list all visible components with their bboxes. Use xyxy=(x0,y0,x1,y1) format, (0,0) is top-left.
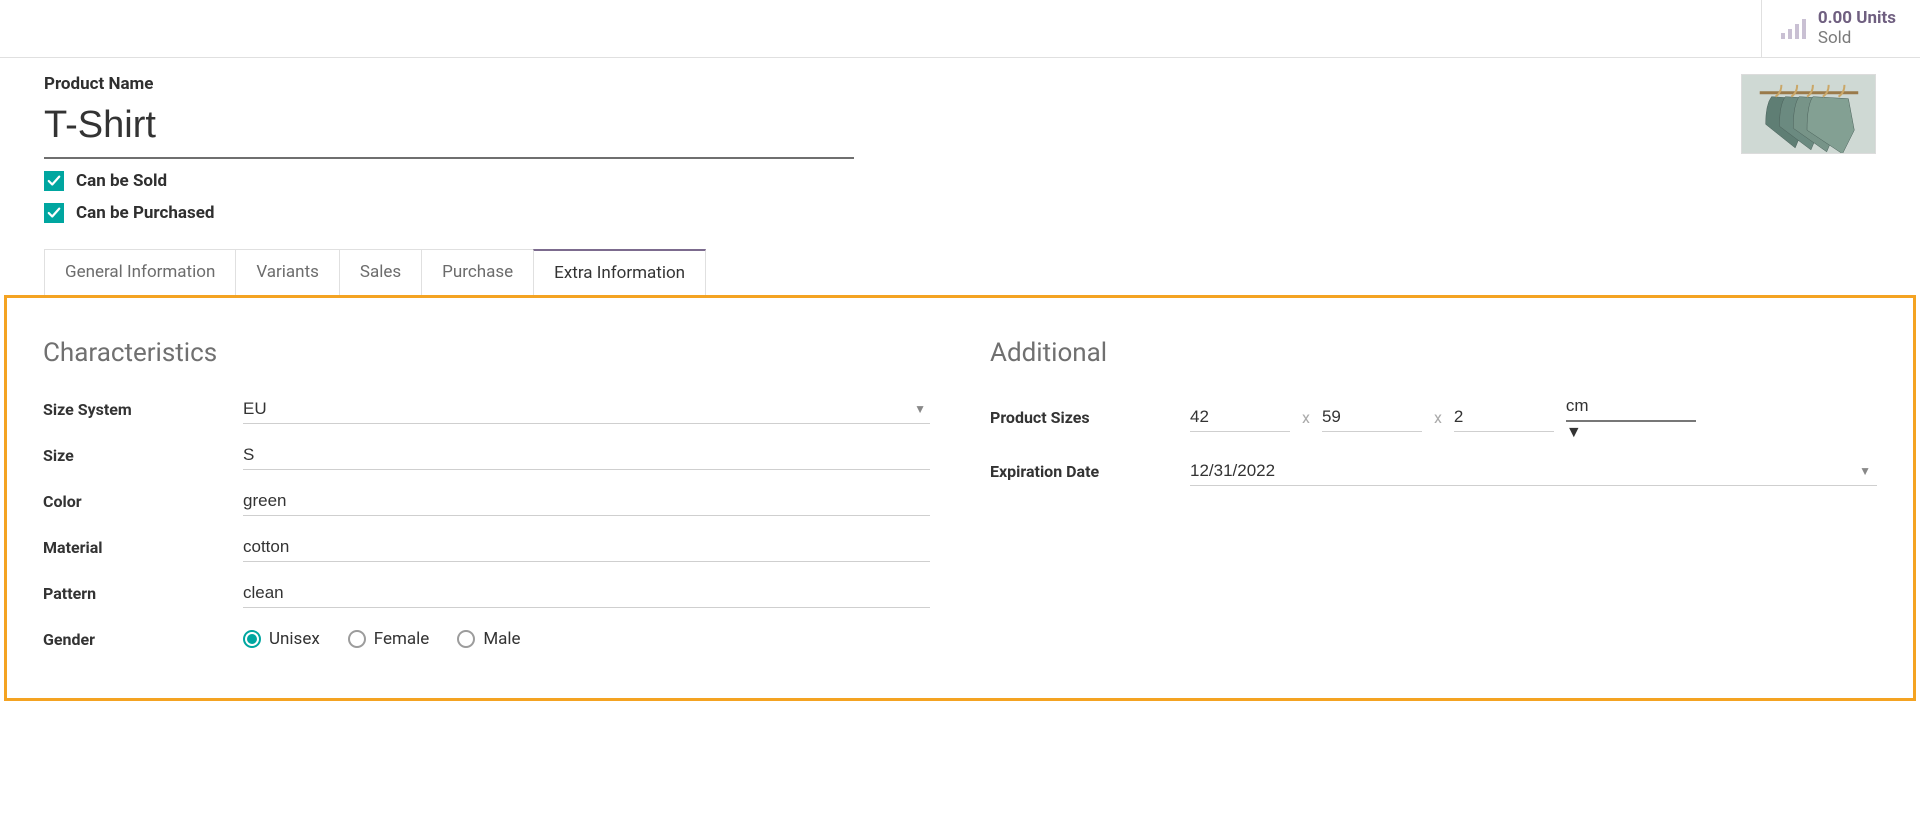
product-sizes-label: Product Sizes xyxy=(990,408,1190,427)
radio-gender-female[interactable]: Female xyxy=(348,629,430,649)
material-label: Material xyxy=(43,538,243,557)
extra-information-panel: Characteristics Size System ▼ Size Color… xyxy=(4,295,1916,701)
caret-down-icon: ▼ xyxy=(1566,422,1582,441)
size-label: Size xyxy=(43,446,243,465)
expiration-date-input[interactable] xyxy=(1190,457,1877,486)
tabs: General Information Variants Sales Purch… xyxy=(44,249,1876,296)
color-label: Color xyxy=(43,492,243,511)
stat-value: 0.00 Units xyxy=(1818,9,1896,29)
pattern-label: Pattern xyxy=(43,584,243,603)
tab-general-information[interactable]: General Information xyxy=(44,249,235,296)
size-system-select[interactable] xyxy=(243,395,930,424)
top-bar: 0.00 Units Sold xyxy=(0,0,1920,58)
product-name-label: Product Name xyxy=(44,74,854,94)
size-system-label: Size System xyxy=(43,400,243,419)
can-be-purchased-label: Can be Purchased xyxy=(76,203,214,223)
bar-chart-icon xyxy=(1780,17,1808,41)
tab-sales[interactable]: Sales xyxy=(339,249,421,296)
size-input[interactable] xyxy=(243,441,930,470)
stat-label: Sold xyxy=(1818,29,1896,49)
color-input[interactable] xyxy=(243,487,930,516)
characteristics-title: Characteristics xyxy=(43,338,930,368)
dim2-input[interactable] xyxy=(1322,403,1422,432)
tab-extra-information[interactable]: Extra Information xyxy=(533,249,706,296)
checkbox-can-be-purchased[interactable] xyxy=(44,203,64,223)
check-icon xyxy=(47,174,61,188)
unit-select[interactable] xyxy=(1566,392,1696,422)
dim3-input[interactable] xyxy=(1454,403,1554,432)
can-be-sold-label: Can be Sold xyxy=(76,171,167,191)
product-image[interactable] xyxy=(1741,74,1876,154)
radio-label-female: Female xyxy=(374,629,430,649)
dim1-input[interactable] xyxy=(1190,403,1290,432)
material-input[interactable] xyxy=(243,533,930,562)
product-name-input[interactable] xyxy=(44,100,854,159)
check-icon xyxy=(47,206,61,220)
radio-label-male: Male xyxy=(483,629,520,649)
x-separator: x xyxy=(1434,408,1442,427)
gender-label: Gender xyxy=(43,630,243,649)
additional-title: Additional xyxy=(990,338,1877,368)
radio-gender-unisex[interactable]: Unisex xyxy=(243,629,320,649)
radio-gender-male[interactable]: Male xyxy=(457,629,520,649)
tab-purchase[interactable]: Purchase xyxy=(421,249,533,296)
tab-variants[interactable]: Variants xyxy=(235,249,339,296)
pattern-input[interactable] xyxy=(243,579,930,608)
checkbox-can-be-sold[interactable] xyxy=(44,171,64,191)
expiration-date-label: Expiration Date xyxy=(990,462,1190,481)
stat-sold[interactable]: 0.00 Units Sold xyxy=(1761,0,1920,57)
x-separator: x xyxy=(1302,408,1310,427)
radio-label-unisex: Unisex xyxy=(269,629,320,649)
